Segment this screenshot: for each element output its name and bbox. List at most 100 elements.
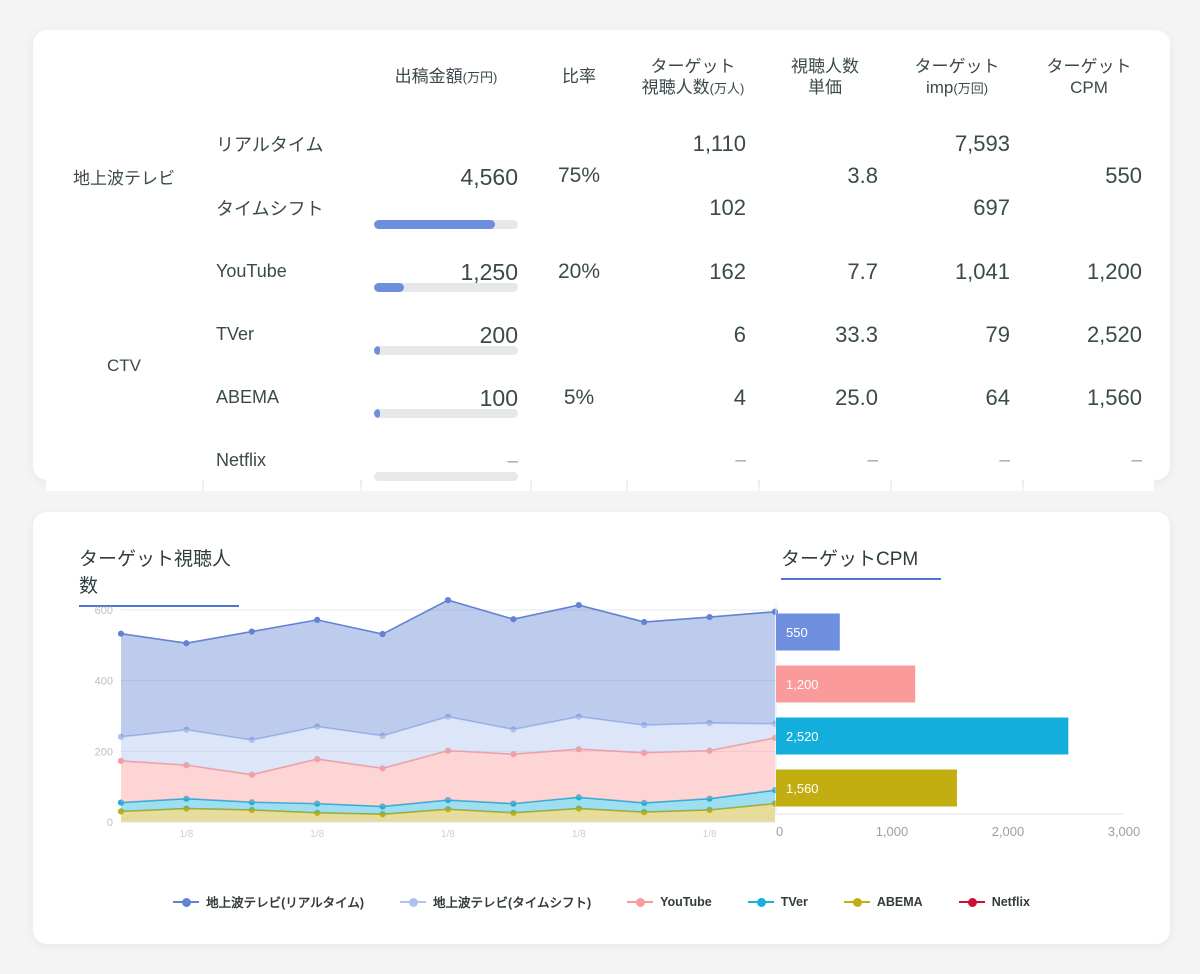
cell-spend-netflix-value: –	[374, 449, 518, 473]
legend-marker-icon	[173, 896, 199, 908]
row-channel-netflix: Netflix	[204, 430, 360, 491]
area-y-tick-label: 0	[107, 817, 113, 829]
row-channel-realtime: リアルタイム	[204, 113, 360, 175]
table-row: CTV YouTube 1,250 20% 162 7.7 1,041 1,20…	[46, 241, 1154, 302]
legend-item[interactable]: YouTube	[627, 895, 712, 909]
area-data-point[interactable]	[641, 619, 647, 625]
cell-reach-netflix: –	[628, 430, 758, 491]
cpm-bar-value-label: 2,520	[786, 729, 819, 744]
cell-spend-youtube: 1,250	[362, 241, 530, 302]
area-x-tick-label: 1/8	[310, 829, 324, 840]
legend-item[interactable]: 地上波テレビ(リアルタイム)	[173, 892, 364, 911]
table-row: TVer 200 5% 6 33.3 79 2,520	[46, 304, 1154, 365]
header-target-cpm-line2: CPM	[1070, 78, 1108, 97]
legend-item[interactable]: ABEMA	[844, 895, 923, 909]
legend-marker-icon	[748, 896, 774, 908]
area-data-point[interactable]	[380, 631, 386, 637]
cell-cpm-youtube: 1,200	[1024, 241, 1154, 302]
cell-spend-terrestrial-value: 4,560	[374, 162, 518, 191]
cell-cpm-terrestrial: 550	[1024, 113, 1154, 239]
area-data-point[interactable]	[249, 628, 255, 634]
header-target-imp: ターゲット imp(万回)	[892, 43, 1022, 111]
header-target-reach-unit: (万人)	[710, 81, 745, 96]
cell-cpv-netflix: –	[760, 430, 890, 491]
table-row: 地上波テレビ リアルタイム 4,560 75% 1,110 3.8 7,593 …	[46, 113, 1154, 175]
spend-bar-track-abema	[374, 409, 518, 418]
cell-cpv-tver: 33.3	[760, 304, 890, 365]
cell-cpm-netflix: –	[1024, 430, 1154, 491]
area-data-point[interactable]	[118, 631, 124, 637]
header-target-reach-line1: ターゲット	[651, 57, 736, 76]
legend-marker-icon	[627, 896, 653, 908]
header-target-reach-line2: 視聴人数	[642, 78, 710, 97]
cell-cpv-abema: 25.0	[760, 367, 890, 428]
cell-spend-netflix: –	[362, 430, 530, 491]
row-channel-abema: ABEMA	[204, 367, 360, 428]
cpm-bar-value-label: 1,200	[786, 677, 819, 692]
area-x-tick-label: 1/8	[572, 829, 586, 840]
header-target-cpm-line1: ターゲット	[1047, 57, 1132, 76]
cell-reach-youtube: 162	[628, 241, 758, 302]
area-data-point[interactable]	[576, 602, 582, 608]
header-spend-unit: (万円)	[463, 70, 498, 85]
header-target-imp-line1: ターゲット	[915, 57, 1000, 76]
cell-ratio-ctv: 5%	[532, 304, 626, 491]
header-group-blank	[46, 43, 202, 111]
target-reach-area-chart: 02004006001/81/81/81/81/8	[79, 598, 779, 848]
area-data-point[interactable]	[314, 617, 320, 623]
cpm-bar[interactable]	[776, 718, 1068, 755]
area-data-point[interactable]	[183, 640, 189, 646]
legend-label: Netflix	[992, 895, 1030, 909]
area-y-tick-label: 200	[95, 746, 113, 758]
header-ratio-label: 比率	[562, 67, 596, 86]
spend-bar-fill-terrestrial	[374, 220, 495, 229]
area-data-point[interactable]	[510, 616, 516, 622]
header-target-cpm: ターゲット CPM	[1024, 43, 1154, 111]
cell-spend-tver-value: 200	[374, 320, 518, 349]
row-channel-youtube: YouTube	[204, 241, 360, 302]
cell-reach-realtime: 1,110	[628, 113, 758, 175]
cell-cpv-youtube: 7.7	[760, 241, 890, 302]
target-cpm-bar-chart: 5501,2002,5201,56001,0002,0003,000	[768, 598, 1138, 848]
header-spend-label: 出稿金額	[395, 67, 463, 86]
area-data-point[interactable]	[445, 597, 451, 603]
bar-chart-title-text: ターゲットCPM	[781, 549, 918, 570]
table-header-row: 出稿金額(万円) 比率 ターゲット 視聴人数(万人) 視聴人数 単価 ターゲット	[46, 43, 1154, 111]
legend-marker-icon	[400, 896, 426, 908]
cell-imp-abema: 64	[892, 367, 1022, 428]
legend-item[interactable]: Netflix	[959, 895, 1030, 909]
cell-spend-abema-value: 100	[374, 383, 518, 412]
media-breakdown-table: 出稿金額(万円) 比率 ターゲット 視聴人数(万人) 視聴人数 単価 ターゲット	[44, 41, 1156, 493]
cell-cpm-abema: 1,560	[1024, 367, 1154, 428]
bar-chart-svg: 5501,2002,5201,56001,0002,0003,000	[768, 598, 1138, 848]
legend-marker-icon	[959, 896, 985, 908]
area-data-point[interactable]	[707, 614, 713, 620]
cell-spend-abema: 100	[362, 367, 530, 428]
cell-ratio-terrestrial: 75%	[532, 113, 626, 239]
cpm-bar-value-label: 550	[786, 625, 808, 640]
row-group-terrestrial: 地上波テレビ	[46, 113, 202, 239]
spend-bar-fill-abema	[374, 409, 380, 418]
spend-bar-track-netflix	[374, 472, 518, 481]
spend-bar-track-youtube	[374, 283, 518, 292]
legend-label: YouTube	[660, 895, 712, 909]
area-y-tick-label: 600	[95, 605, 113, 617]
cell-cpm-tver: 2,520	[1024, 304, 1154, 365]
area-y-tick-label: 400	[95, 676, 113, 688]
legend-item[interactable]: 地上波テレビ(タイムシフト)	[400, 892, 591, 911]
header-cost-per-viewer: 視聴人数 単価	[760, 43, 890, 111]
cell-imp-netflix: –	[892, 430, 1022, 491]
legend-label: 地上波テレビ(タイムシフト)	[433, 892, 591, 911]
spend-bar-fill-youtube	[374, 283, 404, 292]
cell-reach-abema: 4	[628, 367, 758, 428]
cell-imp-tver: 79	[892, 304, 1022, 365]
charts-card: ターゲット視聴人数 ターゲットCPM 02004006001/81/81/81/…	[33, 512, 1170, 944]
bar-title-underline	[781, 578, 941, 580]
legend-marker-icon	[844, 896, 870, 908]
cell-reach-tver: 6	[628, 304, 758, 365]
bar-chart-title: ターゲットCPM	[781, 544, 941, 580]
cell-spend-youtube-value: 1,250	[374, 257, 518, 286]
cell-imp-timeshift: 697	[892, 177, 1022, 239]
legend-item[interactable]: TVer	[748, 895, 808, 909]
area-chart-title-text: ターゲット視聴人数	[79, 549, 231, 597]
